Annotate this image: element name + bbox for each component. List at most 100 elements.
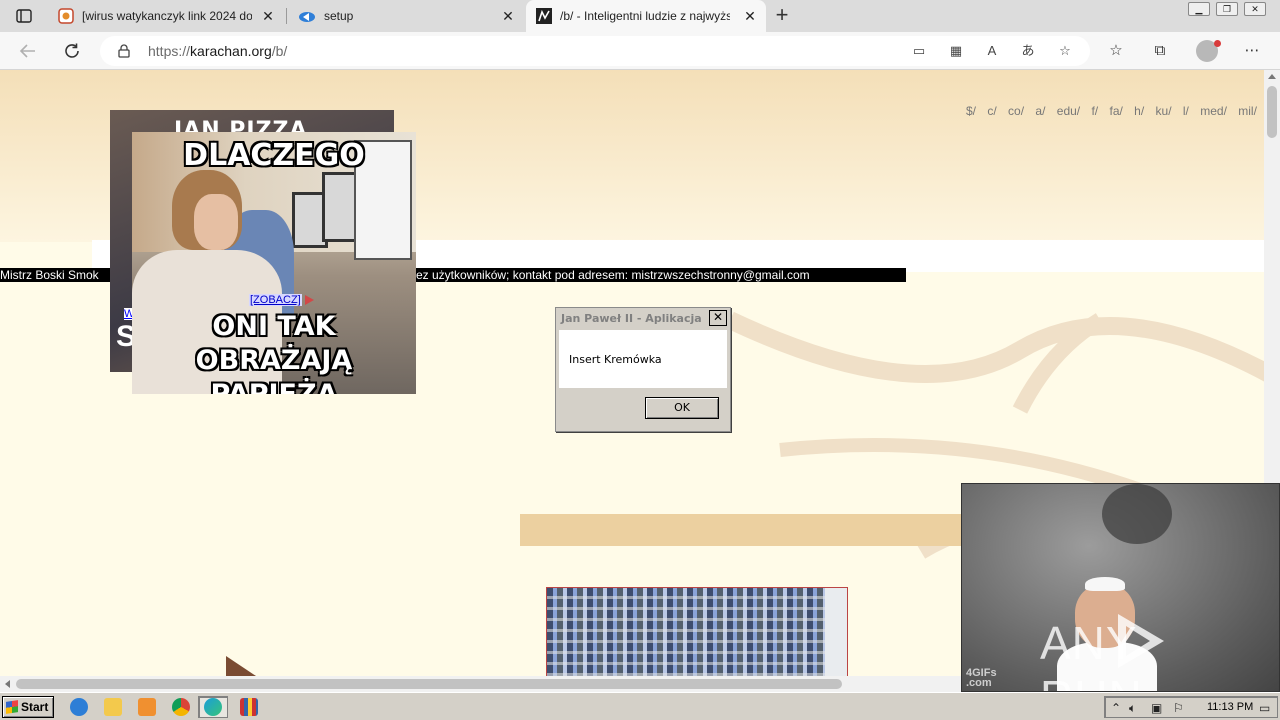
start-label: Start [21,700,49,714]
favorites-icon[interactable]: ☆ [1106,41,1126,61]
popup-meme-front[interactable]: DLACZEGO ONI TAK OBRAŻAJĄ PAPIEŻA [132,132,416,394]
meme-bottom-text: ONI TAK OBRAŻAJĄ PAPIEŻA [132,310,416,394]
new-tab-button[interactable]: + [770,4,794,28]
show-hidden-icons-icon[interactable]: ⌃ [1111,701,1121,715]
edge-icon [204,698,222,716]
meme-top-text: DLACZEGO [183,138,365,173]
cloud-favicon-icon [299,12,315,22]
chrome-icon[interactable] [172,698,190,716]
tab-close-button[interactable]: ✕ [742,8,758,24]
dialog-message: Insert Kremówka [569,353,662,366]
address-bar: https://karachan.org/b/ ▭ ▦ A あ ☆ ☆ ⧉ ⋯ [0,32,1280,70]
more-menu-icon[interactable]: ⋯ [1242,41,1262,61]
read-aloud-icon[interactable]: A [983,43,1001,59]
tab-separator [286,8,287,24]
board-link[interactable]: h/ [1134,104,1144,118]
rack-light [825,588,847,676]
board-link[interactable]: med/ [1200,104,1227,118]
tab-wirus[interactable]: [wirus watykanczyk link 2024 dow ✕ [48,0,284,32]
scroll-left-icon[interactable] [5,680,10,688]
pointer-arrow-icon [305,295,314,305]
system-tray: ⌃ 🔈︎ ▣ ⚐ 11:13 PM ▭ [1104,696,1278,718]
zobacz-link[interactable]: [ZOBACZ] [249,294,302,306]
board-link[interactable]: mil/ [1238,104,1257,118]
board-link[interactable]: fa/ [1109,104,1122,118]
refresh-icon [65,43,79,58]
tab-actions-icon [16,9,32,23]
profile-avatar[interactable] [1196,40,1221,62]
karachan-favicon-icon [536,8,552,24]
tab-title: [wirus watykanczyk link 2024 dow [82,9,252,23]
tab-setup[interactable]: setup ✕ [288,0,524,32]
restore-button[interactable]: ❐ [1216,2,1238,16]
board-link[interactable]: l/ [1183,104,1189,118]
ok-button[interactable]: OK [645,397,719,419]
marquee-text-right: zez użytkowników; kontakt pod adresem: m… [410,268,810,282]
gif-motion-blur [1102,484,1172,544]
board-link[interactable]: edu/ [1057,104,1080,118]
meme-girl-face [194,194,238,250]
board-link[interactable]: a/ [1035,104,1045,118]
marquee-text-left: Mistrz Boski Smok [0,268,99,282]
vertical-scroll-thumb[interactable] [1267,86,1277,138]
url-input[interactable]: https://karachan.org/b/ ▭ ▦ A あ ☆ [100,36,1090,66]
watermark-right: RUN [1040,671,1143,691]
back-button[interactable] [16,39,40,63]
app-available-icon[interactable]: ▭ [910,43,928,59]
taskbar: Start ⌃ 🔈︎ ▣ ⚐ 11:13 PM ▭ [0,692,1280,720]
minimize-button[interactable]: ▁ [1188,2,1210,16]
lock-icon [118,44,130,58]
archiver-icon[interactable] [240,698,258,716]
board-navigation: $/ c/ co/ a/ edu/ f/ fa/ h/ ku/ l/ med/ … [966,104,1264,118]
board-link[interactable]: ku/ [1156,104,1172,118]
windows-flag-icon [6,700,18,714]
scroll-up-icon[interactable] [1268,74,1276,79]
board-link[interactable]: c/ [987,104,996,118]
gif-source-line-2: .com [966,677,992,689]
refresh-button[interactable] [60,39,84,63]
tab-actions-button[interactable] [8,4,40,28]
board-link[interactable]: f/ [1091,104,1098,118]
tab-karachan-b[interactable]: /b/ - Inteligentni ludzie z najwyższ ✕ [526,0,766,32]
tab-title: /b/ - Inteligentni ludzie z najwyższ [560,9,730,23]
dialog-body: Insert Kremówka [559,330,727,388]
show-desktop-icon[interactable]: ▭ [1259,701,1270,715]
collections-icon[interactable]: ⧉ [1150,41,1170,61]
tab-close-button[interactable]: ✕ [500,8,516,24]
url-path: /b/ [271,43,288,59]
meme-bottom-line-1: ONI TAK OBRAŻAJĄ [195,311,353,376]
start-button[interactable]: Start [2,696,54,718]
qr-code-icon[interactable]: ▦ [947,43,965,59]
horizontal-scroll-thumb[interactable] [16,679,842,689]
internet-explorer-icon[interactable] [70,698,88,716]
arrow-left-icon [19,44,35,58]
folder-icon[interactable] [104,698,122,716]
gif-pope-zucchetto [1085,577,1125,591]
play-icon [1118,614,1164,668]
edge-taskbar-button[interactable] [198,696,228,718]
gif-source-label: 4GIFs .com [966,668,997,689]
server-rack-image[interactable] [546,587,848,676]
pope-gif-overlay: ANYRUN 4GIFs.com [961,483,1280,692]
url-protocol: https:// [148,43,191,59]
horizontal-scrollbar[interactable] [0,676,962,692]
alert-dialog: Jan Paweł II - Aplikacja ✕ Insert Kremów… [555,307,731,432]
action-center-flag-icon[interactable]: ⚐ [1173,701,1184,715]
tab-title: setup [324,9,354,23]
volume-icon[interactable]: 🔈︎ [1129,701,1136,716]
close-window-button[interactable]: ✕ [1244,2,1266,16]
tab-bar: [wirus watykanczyk link 2024 dow ✕ setup… [0,0,1280,32]
dialog-close-button[interactable]: ✕ [709,310,727,326]
url-text: https://karachan.org/b/ [148,43,287,59]
clock[interactable]: 11:13 PM [1207,701,1253,713]
add-favorite-icon[interactable]: ☆ [1056,43,1074,59]
decorative-triangle [226,656,256,676]
rack-overlay [547,588,847,676]
network-icon[interactable]: ▣ [1151,701,1162,715]
media-player-icon[interactable] [138,698,156,716]
tab-close-button[interactable]: ✕ [260,8,276,24]
board-link[interactable]: $/ [966,104,976,118]
translate-icon[interactable]: あ [1019,43,1037,59]
meme-bottom-line-2: PAPIEŻA [132,378,416,394]
board-link[interactable]: co/ [1008,104,1024,118]
